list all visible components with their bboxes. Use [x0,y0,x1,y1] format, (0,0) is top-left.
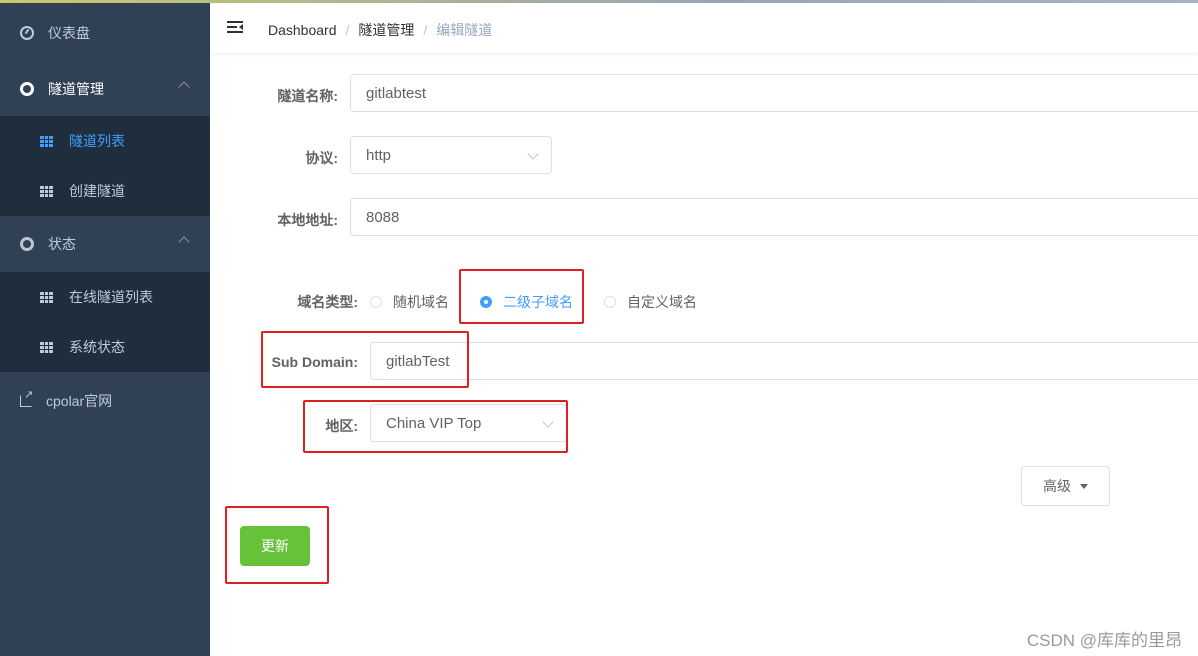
sidebar-item-system-status[interactable]: 系统状态 [0,322,210,372]
region-select[interactable]: China VIP Top [370,404,567,442]
sidebar-item-online-tunnels[interactable]: 在线隧道列表 [0,272,210,322]
sidebar-item-label: 仪表盘 [48,25,90,41]
update-button-label: 更新 [261,538,289,554]
update-button[interactable]: 更新 [240,526,310,566]
advanced-button[interactable]: 高级 [1021,466,1110,506]
protocol-label: 协议: [305,150,338,166]
region-value: China VIP Top [386,414,482,432]
region-label: 地区: [325,418,358,434]
sidebar-item-label: cpolar官网 [46,393,113,409]
domain-type-label: 域名类型: [297,294,358,310]
tunnel-icon [20,82,34,96]
sidebar-item-label: 隧道管理 [48,81,104,97]
chevron-down-icon [527,148,539,160]
radio-label: 自定义域名 [627,294,697,310]
breadcrumb-current: 编辑隧道 [436,22,493,38]
radio-label: 二级子域名 [503,294,573,310]
submenu-status: 在线隧道列表 系统状态 [0,272,210,372]
chevron-up-icon [178,81,190,93]
external-link-icon [20,388,33,407]
menu-toggle-icon[interactable] [227,21,243,34]
tunnel-name-label: 隧道名称: [277,88,338,104]
breadcrumb-dashboard[interactable]: Dashboard [268,22,337,38]
chevron-up-icon [178,236,190,248]
submenu-tunnel-mgmt: 隧道列表 创建隧道 [0,116,210,216]
table-icon [40,185,53,197]
sidebar-item-label: 创建隧道 [69,183,125,199]
sidebar-item-label: 状态 [48,236,76,252]
subdomain-value: gitlabTest [386,352,450,370]
navbar: Dashboard / 隧道管理 / 编辑隧道 [210,3,1198,53]
breadcrumb: Dashboard / 隧道管理 / 编辑隧道 [268,20,492,40]
chevron-down-icon [542,416,554,428]
breadcrumb-tunnel-mgmt[interactable]: 隧道管理 [358,20,414,40]
table-icon [40,341,53,353]
radio-circle-icon [370,296,382,308]
tunnel-name-input[interactable]: gitlabtest [350,74,1198,112]
radio-random-domain[interactable]: 随机域名 [370,292,449,312]
local-address-value: 8088 [366,208,400,226]
radio-subdomain[interactable]: 二级子域名 [480,292,573,312]
sidebar-item-label: 系统状态 [69,339,125,355]
table-icon [40,135,53,147]
protocol-value: http [366,146,392,164]
table-icon [40,291,53,303]
sidebar-item-dashboard[interactable]: 仪表盘 [0,5,210,61]
local-address-label: 本地地址: [277,212,338,228]
radio-label: 随机域名 [393,294,449,310]
status-icon [20,237,34,251]
protocol-select[interactable]: http [350,136,552,174]
sidebar-submenu-tunnel-mgmt[interactable]: 隧道管理 [0,61,210,117]
sidebar-item-tunnel-list[interactable]: 隧道列表 [0,116,210,166]
breadcrumb-separator: / [345,22,350,38]
dashboard-icon [20,26,34,40]
watermark: CSDN @库库的里昂 [1026,631,1182,650]
tunnel-name-value: gitlabtest [366,84,427,102]
advanced-button-label: 高级 [1043,478,1071,494]
sidebar-item-label: 隧道列表 [69,133,125,149]
radio-custom-domain[interactable]: 自定义域名 [604,292,697,312]
breadcrumb-separator: / [423,22,428,38]
sidebar-item-create-tunnel[interactable]: 创建隧道 [0,166,210,216]
radio-circle-icon [604,296,616,308]
local-address-input[interactable]: 8088 [350,198,1198,236]
subdomain-input[interactable]: gitlabTest [370,342,1198,380]
sidebar-submenu-status[interactable]: 状态 [0,216,210,272]
radio-checked-icon [480,296,492,308]
caret-down-icon [1080,483,1088,489]
subdomain-label: Sub Domain: [271,354,358,370]
sidebar-item-label: 在线隧道列表 [69,289,153,305]
sidebar-item-cpolar-site[interactable]: cpolar官网 [0,373,210,429]
sidebar: 仪表盘 隧道管理 隧道列表 创建隧道 状态 在线隧道列表 系统状态 cpol [0,3,210,656]
